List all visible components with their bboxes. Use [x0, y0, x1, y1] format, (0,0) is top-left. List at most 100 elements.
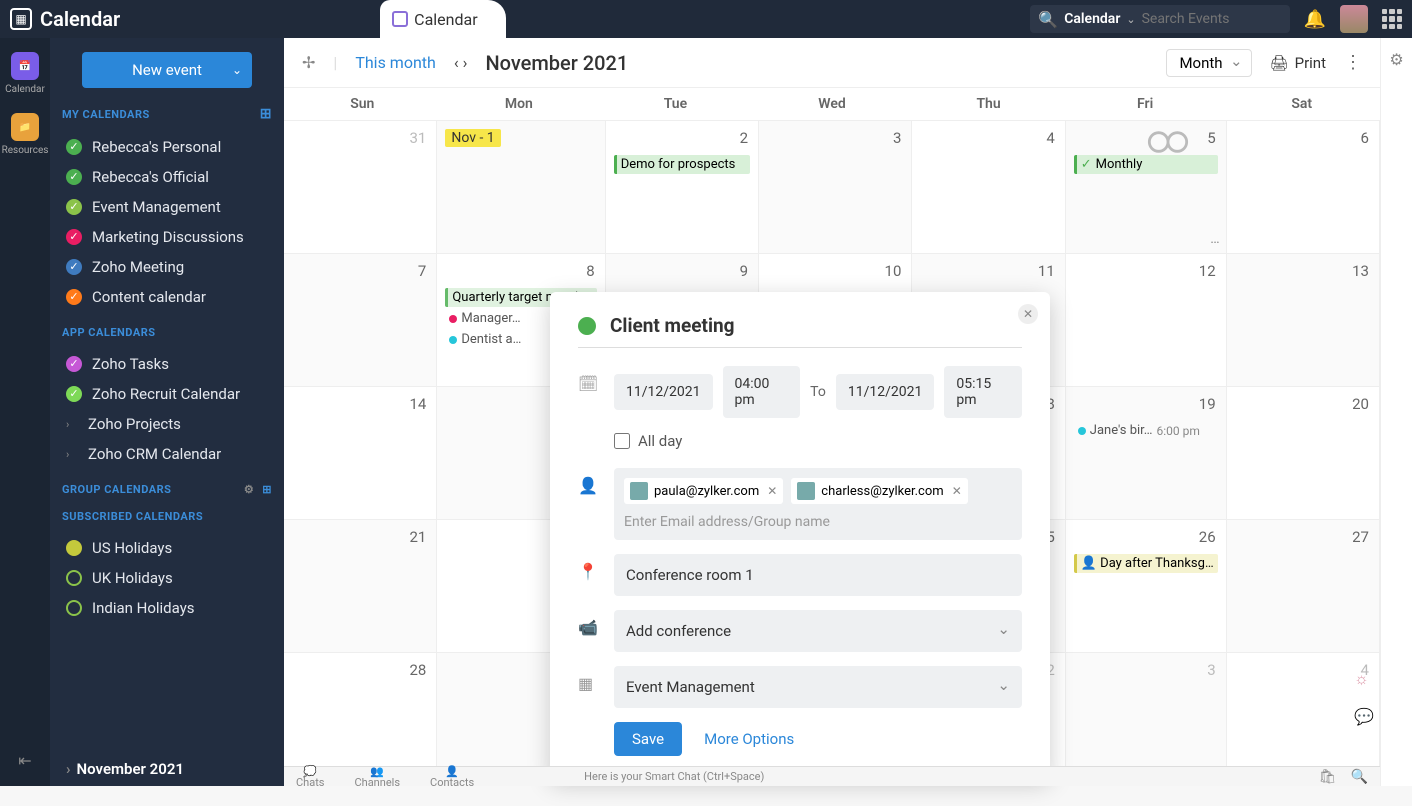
add-group-icon[interactable]: ⊞	[262, 483, 272, 496]
remove-chip-icon[interactable]: ✕	[767, 484, 777, 498]
chevron-down-icon[interactable]: ⌄	[232, 63, 242, 77]
date-number: 20	[1352, 395, 1369, 413]
date-number: 13	[1352, 262, 1369, 280]
settings-gear-icon[interactable]: ⚙	[1389, 50, 1403, 69]
day-header: Sat	[1223, 88, 1380, 120]
grid-cell[interactable]: Nov - 1	[437, 121, 605, 254]
event-jane[interactable]: Jane's bir… 6:00 pm	[1074, 421, 1218, 440]
search-bottom-icon[interactable]: 🔍	[1351, 769, 1368, 785]
grid-cell[interactable]: 14	[284, 387, 437, 520]
calendar-content: ✢ | This month ‹ › November 2021 Month 🖨…	[284, 38, 1380, 786]
conference-dropdown[interactable]: Add conference	[614, 610, 1022, 652]
start-time-input[interactable]: 04:00 pm	[723, 366, 801, 418]
attendee-chip[interactable]: paula@zylker.com ✕	[624, 478, 783, 504]
basket-icon[interactable]: 🛍	[1319, 769, 1337, 785]
day-headers: SunMonTueWedThuFriSat	[284, 88, 1380, 121]
close-popup-icon[interactable]: ✕	[1018, 304, 1038, 324]
grid-cell[interactable]: 5✓Monthly…	[1066, 121, 1227, 254]
view-dropdown[interactable]: Month	[1166, 49, 1251, 77]
calendar-item[interactable]: UK Holidays	[62, 563, 272, 593]
this-month-link[interactable]: This month	[355, 53, 436, 72]
grid-cell[interactable]: 3	[759, 121, 912, 254]
notifications-icon[interactable]: 🔔	[1304, 9, 1326, 30]
grid-cell[interactable]: 2 Demo for prospects	[606, 121, 759, 254]
calendar-icon	[392, 11, 408, 27]
grid-cell[interactable]: 26👤 Day after Thanksg…	[1066, 520, 1227, 653]
color-dot-icon	[66, 600, 82, 616]
grid-cell[interactable]: 13	[1227, 254, 1380, 387]
location-input[interactable]: Conference room 1	[614, 554, 1022, 596]
location-icon: 📍	[578, 562, 598, 581]
calendar-item[interactable]: Rebecca's Official	[62, 162, 272, 192]
all-day-input[interactable]	[614, 433, 630, 449]
day-header: Mon	[441, 88, 598, 120]
tab-calendar[interactable]: Calendar	[380, 0, 505, 38]
more-events-icon[interactable]: …	[1210, 231, 1219, 247]
attendee-chip[interactable]: charless@zylker.com ✕	[791, 478, 967, 504]
quick-add-icon[interactable]: ✢	[302, 53, 315, 72]
chevron-right-icon: ›	[66, 448, 82, 461]
grid-cell[interactable]: 4	[912, 121, 1065, 254]
apps-grid-icon[interactable]	[1382, 9, 1402, 29]
more-options-link[interactable]: More Options	[704, 730, 794, 748]
app-title: Calendar	[40, 7, 120, 31]
day-header: Fri	[1067, 88, 1224, 120]
grid-cell[interactable]: 6	[1227, 121, 1380, 254]
calendar-item[interactable]: Zoho Recruit Calendar	[62, 379, 272, 409]
rail-calendar[interactable]: 📅 Calendar	[5, 52, 45, 95]
new-event-button[interactable]: New event ⌄	[82, 52, 252, 88]
print-button[interactable]: 🖨 Print	[1270, 54, 1326, 72]
start-date-input[interactable]: 11/12/2021	[614, 374, 713, 410]
chats-tab[interactable]: 💭Chats	[296, 766, 324, 788]
add-calendar-icon[interactable]: ⊞	[260, 106, 272, 122]
search-input[interactable]	[1142, 11, 1282, 27]
user-avatar[interactable]	[1340, 5, 1368, 33]
attendee-input[interactable]: Enter Email address/Group name	[624, 514, 1012, 530]
grid-cell[interactable]: 19Jane's bir… 6:00 pm	[1066, 387, 1227, 520]
section-my-calendars: MY CALENDARS ⊞	[62, 106, 272, 122]
color-dot-icon	[66, 259, 82, 275]
calendar-item[interactable]: Event Management	[62, 192, 272, 222]
brightness-icon[interactable]: ☼	[1354, 669, 1374, 689]
attendees-box[interactable]: paula@zylker.com ✕ charless@zylker.com ✕…	[614, 468, 1022, 540]
all-day-checkbox[interactable]: All day	[614, 432, 1022, 450]
grid-cell[interactable]: 27	[1227, 520, 1380, 653]
event-thanksgiving[interactable]: 👤 Day after Thanksg…	[1074, 554, 1218, 573]
date-number: 2	[740, 129, 748, 147]
rail-resources[interactable]: 📁 Resources	[2, 113, 49, 156]
grid-cell[interactable]: 21	[284, 520, 437, 653]
remove-chip-icon[interactable]: ✕	[952, 484, 962, 498]
contacts-tab[interactable]: 👤Contacts	[430, 766, 474, 788]
channels-tab[interactable]: 👥Channels	[354, 766, 400, 788]
more-menu-icon[interactable]: ⋮	[1344, 52, 1362, 73]
chat-icon[interactable]: 💬	[1354, 707, 1374, 726]
calendar-item[interactable]: Marketing Discussions	[62, 222, 272, 252]
calendar-item[interactable]: › Zoho Projects	[62, 409, 272, 439]
grid-cell[interactable]: 20	[1227, 387, 1380, 520]
search-scope[interactable]: Calendar	[1064, 11, 1120, 27]
calendar-item[interactable]: US Holidays	[62, 533, 272, 563]
grid-cell[interactable]: 12	[1066, 254, 1227, 387]
next-month-icon[interactable]: ›	[463, 53, 468, 72]
event-demo[interactable]: Demo for prospects	[614, 155, 750, 174]
smart-chat-hint[interactable]: Here is your Smart Chat (Ctrl+Space)	[584, 770, 764, 783]
calendar-item[interactable]: Indian Holidays	[62, 593, 272, 623]
grid-cell[interactable]: 7	[284, 254, 437, 387]
end-date-input[interactable]: 11/12/2021	[836, 374, 935, 410]
grid-cell[interactable]: 31	[284, 121, 437, 254]
calendar-item[interactable]: Zoho Tasks	[62, 349, 272, 379]
end-time-input[interactable]: 05:15 pm	[944, 366, 1022, 418]
search-bar[interactable]: 🔍 Calendar ⌄	[1030, 5, 1289, 33]
save-button[interactable]: Save	[614, 722, 682, 756]
calendar-item[interactable]: Rebecca's Personal	[62, 132, 272, 162]
calendar-item[interactable]: Content calendar	[62, 282, 272, 312]
calendar-item[interactable]: Zoho Meeting	[62, 252, 272, 282]
collapse-sidebar-icon[interactable]: ⇤	[18, 751, 31, 770]
event-title-input[interactable]: Client meeting	[610, 314, 735, 337]
prev-month-icon[interactable]: ‹	[454, 53, 459, 72]
calendar-item[interactable]: › Zoho CRM Calendar	[62, 439, 272, 469]
calendar-dropdown[interactable]: Event Management	[614, 666, 1022, 708]
event-color-dot[interactable]	[578, 317, 596, 335]
settings-icon[interactable]: ⚙	[244, 483, 254, 496]
mini-calendar-label[interactable]: ›November 2021	[66, 760, 184, 778]
